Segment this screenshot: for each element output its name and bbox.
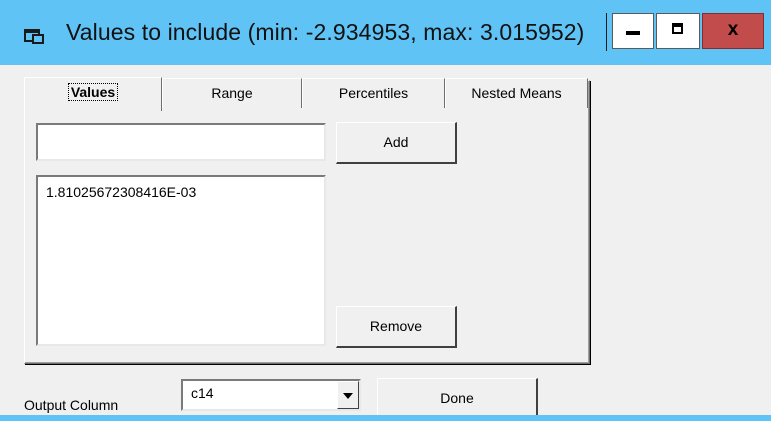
tab-range[interactable]: Range	[162, 78, 302, 108]
values-listbox[interactable]: 1.81025672308416E-03	[36, 175, 326, 346]
tab-percentiles[interactable]: Percentiles	[302, 78, 445, 108]
dropdown-button[interactable]	[337, 381, 359, 409]
tab-values[interactable]: Values	[24, 77, 162, 111]
bottom-border	[0, 415, 771, 421]
tab-values-label: Values	[67, 83, 119, 101]
title-separator	[606, 13, 607, 51]
output-column-value: c14	[191, 385, 214, 401]
value-input[interactable]	[36, 123, 326, 161]
remove-button[interactable]: Remove	[336, 306, 457, 348]
tab-nested-means-label: Nested Means	[471, 85, 562, 101]
minimize-button[interactable]	[612, 13, 654, 49]
tab-percentiles-label: Percentiles	[338, 85, 409, 101]
chevron-down-icon	[343, 393, 353, 399]
minimize-icon	[626, 31, 640, 35]
maximize-icon	[672, 23, 683, 34]
window-title: Values to include (min: -2.934953, max: …	[66, 19, 585, 45]
title-bar[interactable]: Values to include (min: -2.934953, max: …	[0, 0, 771, 65]
tab-range-label: Range	[211, 85, 253, 101]
close-icon: x	[727, 19, 739, 40]
close-button[interactable]: x	[702, 13, 764, 49]
add-button[interactable]: Add	[336, 122, 457, 164]
window-app-icon	[24, 29, 44, 44]
dialog-window: Values to include (min: -2.934953, max: …	[0, 0, 771, 421]
output-column-label: Output Column	[24, 397, 119, 413]
tab-nested-means[interactable]: Nested Means	[445, 78, 588, 108]
output-column-select[interactable]: c14	[181, 379, 361, 411]
list-item[interactable]: 1.81025672308416E-03	[46, 183, 316, 201]
maximize-button[interactable]	[656, 13, 700, 49]
